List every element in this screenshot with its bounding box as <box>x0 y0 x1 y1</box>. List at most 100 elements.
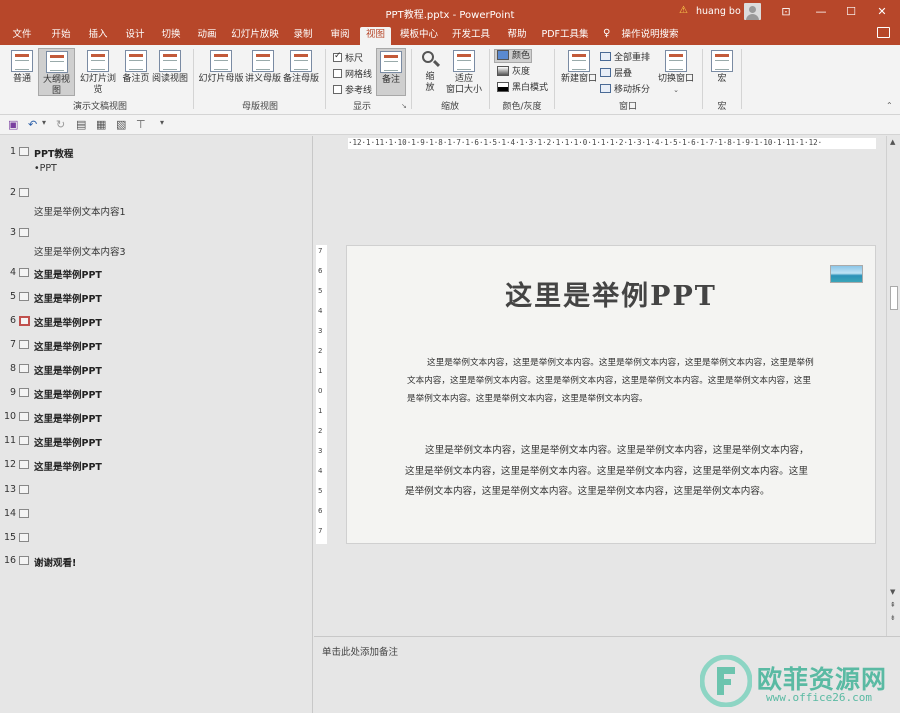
outline-view-button[interactable]: 大纲视图 <box>38 48 75 96</box>
zoom-button[interactable]: 缩 放 <box>418 50 442 98</box>
tab-home[interactable]: 开始 <box>46 27 76 45</box>
tell-me-search[interactable]: 操作说明搜索 <box>620 27 680 45</box>
maximize-button[interactable]: ☐ <box>841 3 861 20</box>
tab-review[interactable]: 审阅 <box>325 27 355 45</box>
previous-slide-icon[interactable]: ⇞ <box>890 601 896 609</box>
handout-master-button[interactable]: 讲义母版 <box>244 50 282 94</box>
customize-toolbar-icon[interactable]: ▾ <box>160 118 164 127</box>
outline-slide-9[interactable]: 9 这里是举例PPT <box>0 387 313 403</box>
outline-slide-10[interactable]: 10 这里是举例PPT <box>0 411 313 427</box>
watermark-logo-icon <box>700 655 752 707</box>
tab-view[interactable]: 视图 <box>360 27 391 45</box>
slide-body-text-1[interactable]: 这里是举例文本内容，这里是举例文本内容。这里是举例文本内容，这里是举例文本内容，… <box>407 354 817 408</box>
close-button[interactable]: ✕ <box>872 3 892 20</box>
outline-slide-7[interactable]: 7 这里是举例PPT <box>0 339 313 355</box>
vertical-ruler[interactable]: 7 6 5 4 3 2 1 0 1 2 3 4 5 6 7 <box>316 245 327 544</box>
user-name[interactable]: huang bo <box>696 6 741 17</box>
outline-slide-14[interactable]: 14 <box>0 508 313 524</box>
warning-icon[interactable]: ⚠ <box>679 5 688 16</box>
scroll-down-icon[interactable]: ▼ <box>890 588 895 596</box>
outline-pane[interactable]: 1 PPT教程 •PPT 2 这里是举例文本内容1 3 这里是举例文本内容3 4… <box>0 136 313 713</box>
outline-bullet[interactable]: •PPT <box>0 163 313 179</box>
undo-icon[interactable]: ↶ <box>28 118 37 131</box>
grayscale-button[interactable]: 灰度 <box>495 66 530 80</box>
outline-slide-6[interactable]: 6 这里是举例PPT <box>0 315 313 331</box>
scroll-up-icon[interactable]: ▲ <box>890 138 895 146</box>
undo-dropdown-icon[interactable]: ▾ <box>42 118 46 127</box>
outline-slide-16[interactable]: 16 谢谢观看! <box>0 555 313 571</box>
touch-mode-icon[interactable]: ⊤ <box>136 118 146 131</box>
outline-slide-3[interactable]: 3 <box>0 227 313 243</box>
outline-slide-15[interactable]: 15 <box>0 532 313 548</box>
outline-slide-8[interactable]: 8 这里是举例PPT <box>0 363 313 379</box>
ribbon-display-options-button[interactable]: ⊡ <box>776 3 796 20</box>
notes-button[interactable]: 备注 <box>376 48 406 96</box>
title-bar: PPT教程.pptx - PowerPoint ⚠ huang bo ⊡ — ☐… <box>0 0 900 24</box>
outline-text[interactable]: 这里是举例文本内容3 <box>0 244 313 260</box>
tab-developer[interactable]: 开发工具 <box>449 27 493 45</box>
vertical-scrollbar[interactable]: ▲ ▼ ⇞ ⇟ <box>886 136 900 636</box>
guides-checkbox[interactable]: 参考线 <box>333 83 372 96</box>
slide-icon <box>19 556 29 565</box>
macros-button[interactable]: 宏 <box>708 50 736 94</box>
tab-animations[interactable]: 动画 <box>192 27 222 45</box>
black-white-button[interactable]: 黑白模式 <box>495 82 548 96</box>
start-from-beginning-icon[interactable]: ▤ <box>76 118 86 131</box>
tab-slideshow[interactable]: 幻灯片放映 <box>229 27 281 45</box>
slide-sorter-button[interactable]: 幻灯片浏览 <box>76 50 120 95</box>
tab-pdf-tools[interactable]: PDF工具集 <box>540 27 590 45</box>
tab-template-center[interactable]: 模板中心 <box>397 27 441 45</box>
collapse-ribbon-icon[interactable]: ⌃ <box>886 101 893 110</box>
slide-body-text-2[interactable]: 这里是举例文本内容，这里是举例文本内容。这里是举例文本内容，这里是举例文本内容，… <box>405 441 810 503</box>
comments-icon[interactable] <box>877 27 890 38</box>
lightbulb-icon[interactable]: ♀ <box>603 28 610 39</box>
tab-help[interactable]: 帮助 <box>502 27 532 45</box>
notes-placeholder[interactable]: 单击此处添加备注 <box>322 644 398 658</box>
cascade-button[interactable]: 层叠 <box>600 66 632 79</box>
ruler-checkbox[interactable]: 标尺 <box>333 51 363 64</box>
slide-master-button[interactable]: 幻灯片母版 <box>198 50 244 94</box>
macros-icon <box>711 50 733 72</box>
tab-record[interactable]: 录制 <box>288 27 318 45</box>
tab-design[interactable]: 设计 <box>120 27 150 45</box>
presentation-icon[interactable]: ▦ <box>96 118 106 131</box>
notes-master-button[interactable]: 备注母版 <box>282 50 320 94</box>
horizontal-ruler[interactable]: ·12·1·11·1·10·1·9·1·8·1·7·1·6·1·5·1·4·1·… <box>348 138 876 149</box>
fit-to-window-button[interactable]: 适应 窗口大小 <box>444 50 484 98</box>
tab-file[interactable]: 文件 <box>6 27 38 45</box>
outline-slide-11[interactable]: 11 这里是举例PPT <box>0 435 313 451</box>
tab-transitions[interactable]: 切换 <box>156 27 186 45</box>
tab-insert[interactable]: 插入 <box>83 27 113 45</box>
outline-slide-1[interactable]: 1 PPT教程 <box>0 146 313 162</box>
reading-view-button[interactable]: 阅读视图 <box>152 50 188 94</box>
gridlines-checkbox[interactable]: 网格线 <box>333 67 372 80</box>
outline-slide-4[interactable]: 4 这里是举例PPT <box>0 267 313 283</box>
minimize-button[interactable]: — <box>811 3 831 20</box>
move-split-button[interactable]: 移动拆分 <box>600 82 650 95</box>
new-window-button[interactable]: 新建窗口 <box>560 50 598 94</box>
switch-windows-button[interactable]: 切换窗口 ⌄ <box>656 50 696 98</box>
arrange-all-button[interactable]: 全部重排 <box>600 50 650 63</box>
outline-view-icon <box>45 51 68 73</box>
outline-text[interactable]: 这里是举例文本内容1 <box>0 204 313 220</box>
dialog-launcher-icon[interactable]: ↘ <box>401 102 407 110</box>
slide-canvas[interactable]: 这里是举例PPT 这里是举例文本内容，这里是举例文本内容。这里是举例文本内容，这… <box>346 245 876 544</box>
redo-icon[interactable]: ↻ <box>56 118 65 131</box>
color-button[interactable]: 颜色 <box>494 49 532 63</box>
slide-icon <box>19 364 29 373</box>
slide-icon <box>19 228 29 237</box>
slide-title[interactable]: 这里是举例PPT <box>347 274 875 313</box>
group-separator <box>325 49 326 109</box>
save-icon[interactable]: ▣ <box>8 118 18 131</box>
notes-page-button[interactable]: 备注页 <box>120 50 152 94</box>
scroll-thumb[interactable] <box>890 286 898 310</box>
next-slide-icon[interactable]: ⇟ <box>890 614 896 622</box>
normal-view-button[interactable]: 普通 <box>6 50 38 94</box>
outline-slide-5[interactable]: 5 这里是举例PPT <box>0 291 313 307</box>
outline-title[interactable]: PPT教程 <box>34 146 73 160</box>
outline-slide-13[interactable]: 13 <box>0 484 313 500</box>
outline-slide-12[interactable]: 12 这里是举例PPT <box>0 459 313 475</box>
screenshot-icon[interactable]: ▧ <box>116 118 126 131</box>
outline-slide-2[interactable]: 2 <box>0 187 313 203</box>
avatar[interactable] <box>744 3 761 20</box>
